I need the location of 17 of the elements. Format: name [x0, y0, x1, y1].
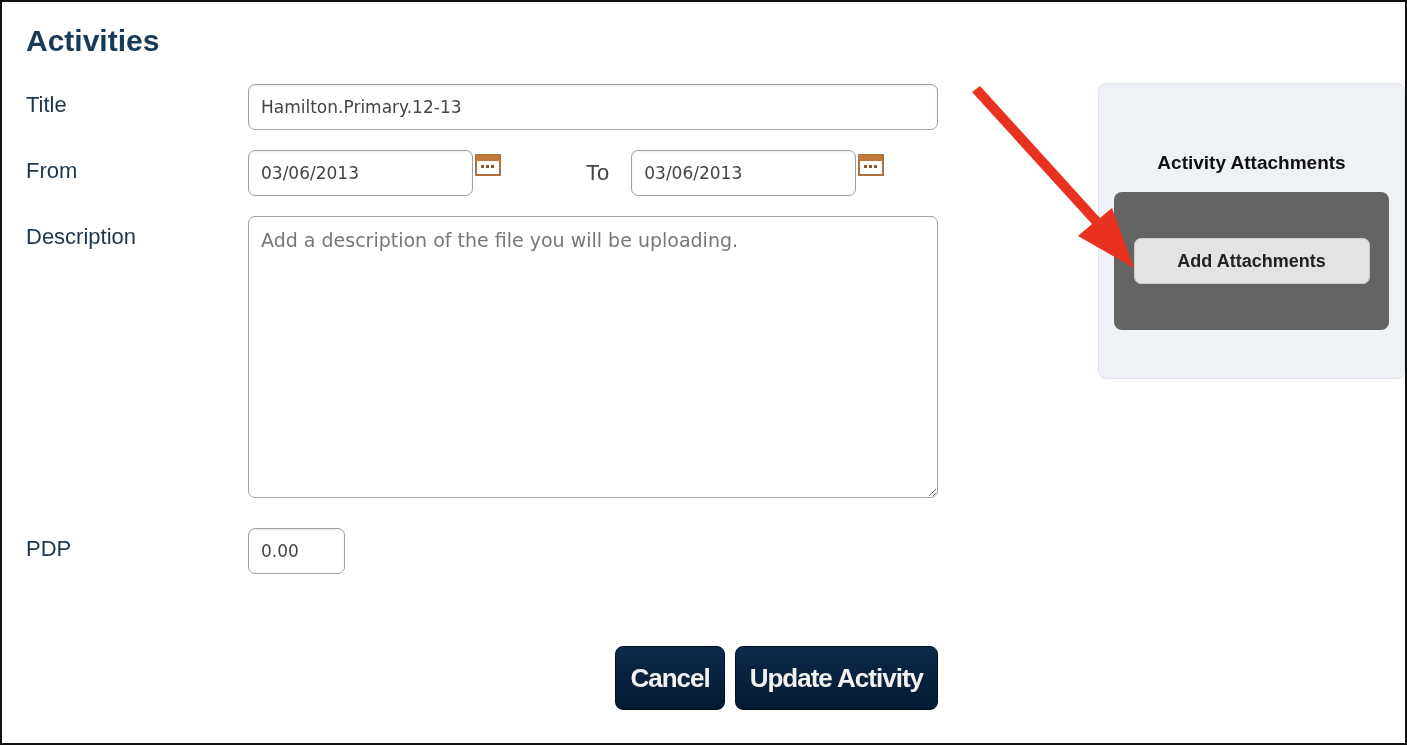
title-input[interactable]: Hamilton.Primary.12-13 [248, 84, 938, 130]
panel-title: Activity Attachments [1157, 152, 1346, 174]
calendar-icon[interactable] [475, 154, 501, 176]
field-label: To [586, 160, 610, 186]
calendar-icon[interactable] [858, 154, 885, 176]
cancel-button[interactable]: Cancel [615, 646, 725, 710]
field-label: PDP [26, 535, 73, 562]
field-label: Title [26, 91, 68, 118]
description-field[interactable]: Add a description of the file you will be uploading. [248, 216, 938, 498]
field-label: From [26, 157, 79, 184]
add-attachments-button[interactable]: Add Attachments [1133, 238, 1370, 284]
date-input[interactable]: 03/06/2013 [248, 150, 473, 196]
date-input[interactable]: 03/06/2013 [631, 150, 857, 196]
pdp-input[interactable]: 0.00 [248, 528, 345, 574]
field-label: Description [26, 223, 138, 250]
update-button[interactable]: Update Activity [734, 646, 938, 710]
page-heading: Activities [26, 24, 161, 58]
